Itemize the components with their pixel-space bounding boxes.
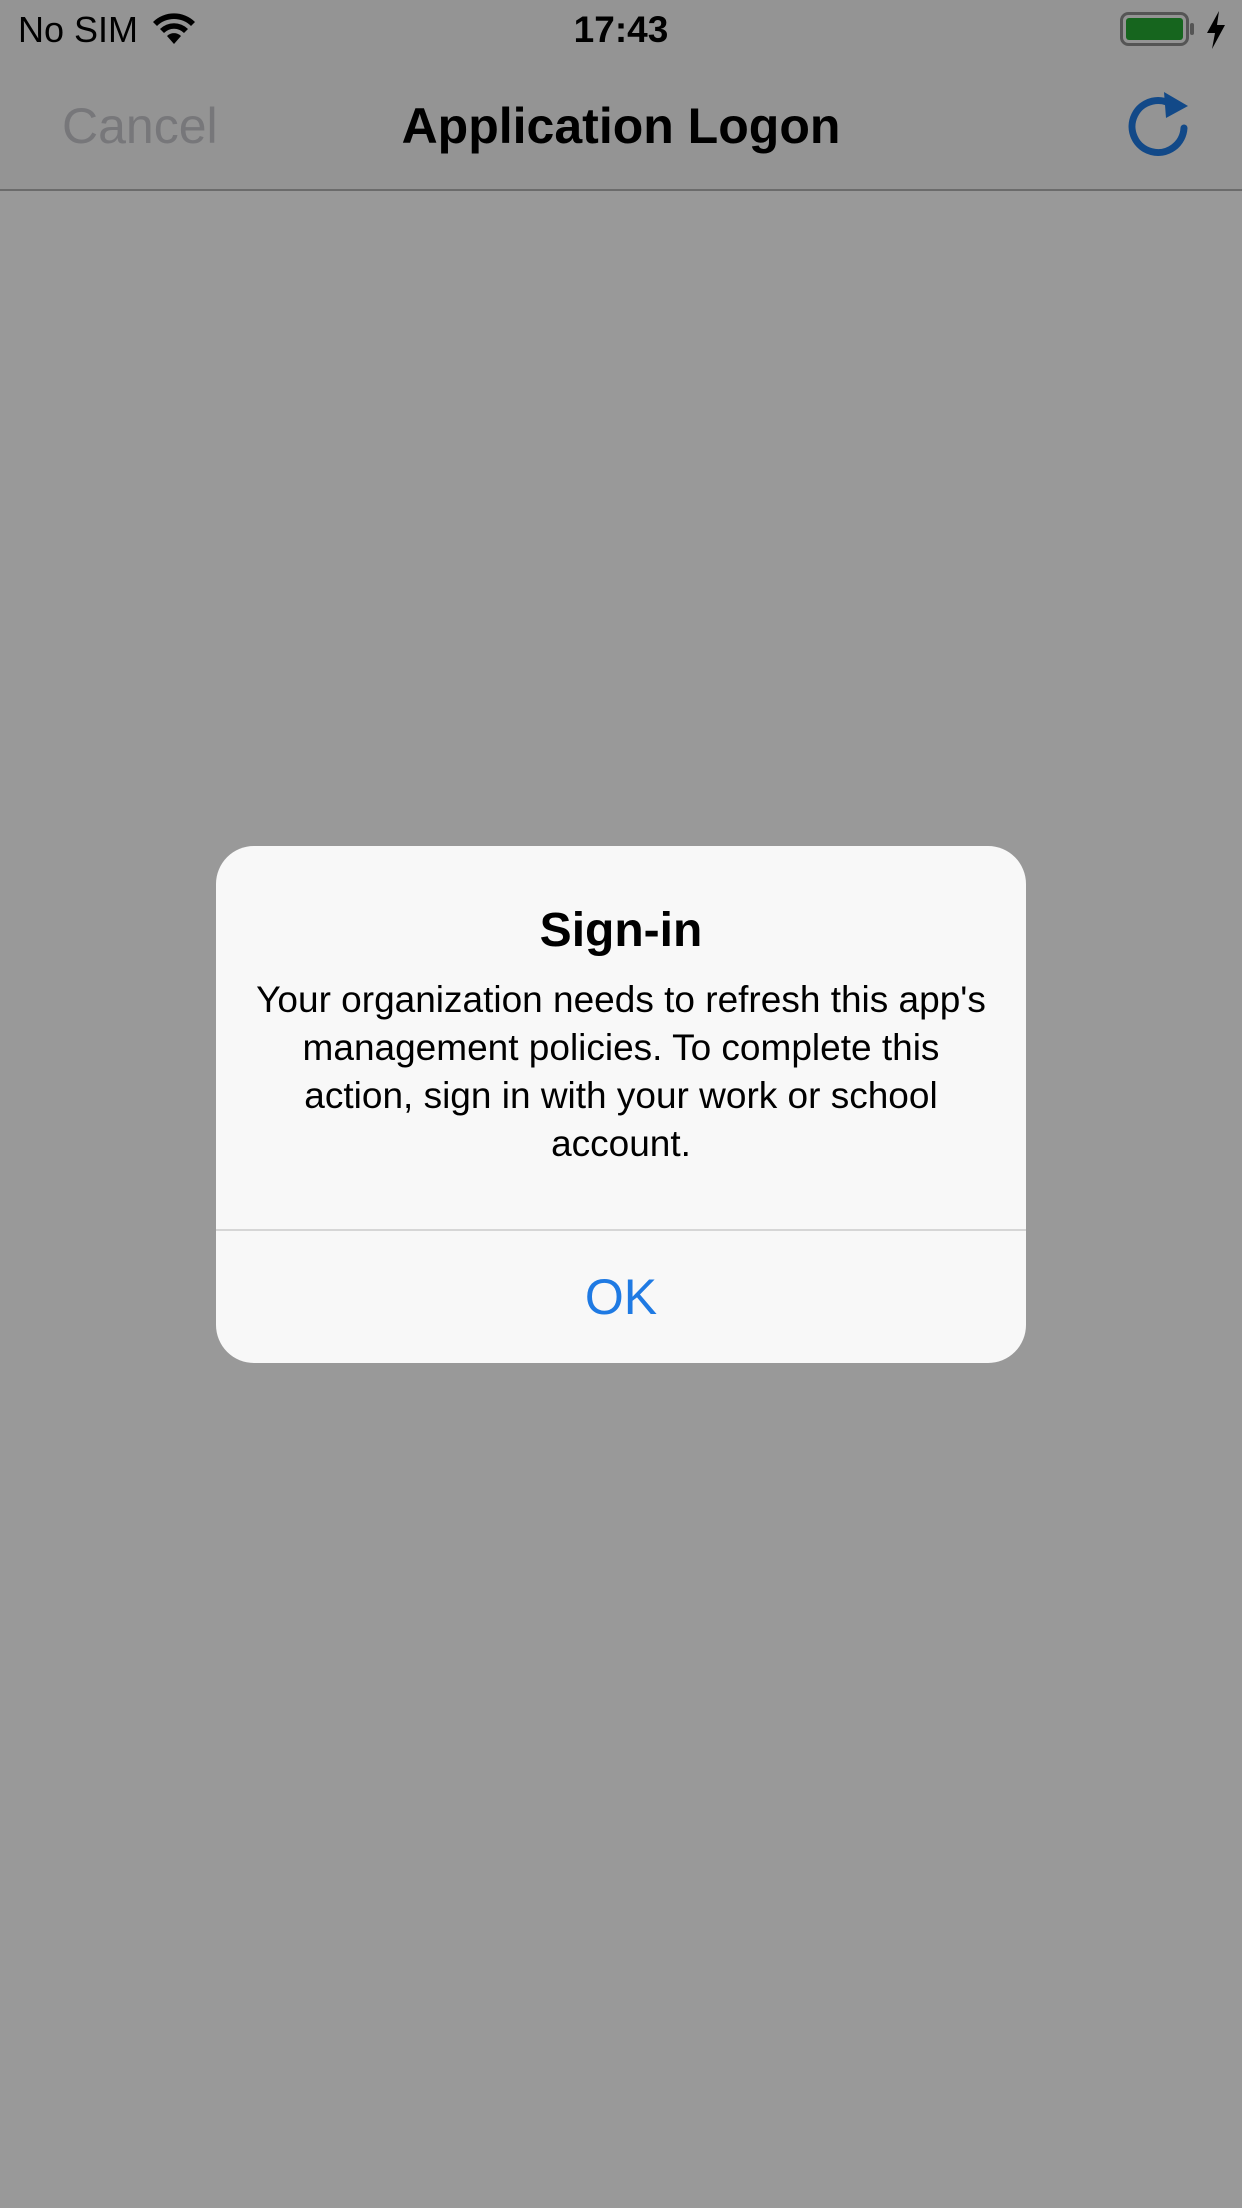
ok-button[interactable]: OK xyxy=(216,1231,1026,1363)
alert-body: Sign-in Your organization needs to refre… xyxy=(216,846,1026,1229)
sign-in-alert: Sign-in Your organization needs to refre… xyxy=(216,846,1026,1363)
app-screen: No SIM 17:43 Cancel Application Logon Si… xyxy=(0,0,1242,2208)
alert-message: Your organization needs to refresh this … xyxy=(256,979,986,1164)
alert-title: Sign-in xyxy=(539,904,703,957)
